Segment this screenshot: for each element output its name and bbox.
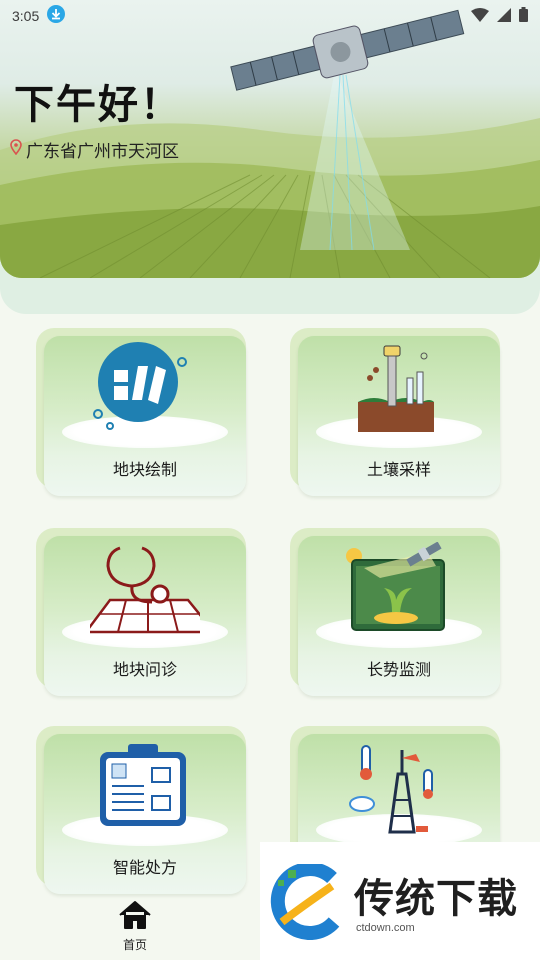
battery-icon [519,6,528,26]
status-time: 3:05 [12,8,40,24]
field-drawing-icon [90,342,200,442]
feature-card-growth-monitoring[interactable]: 长势监测 [290,528,500,696]
smart-prescription-icon [90,740,200,840]
feature-label: 土壤采样 [366,460,431,479]
cell-signal-icon [497,7,511,26]
nav-home-label: 首页 [122,938,147,952]
watermark-overlay: 传统下载 ctdown.com [260,842,540,960]
watermark-logo-icon [270,862,346,944]
header-banner: 3:05 下午好！ 广东省广州市天河区 [0,0,540,314]
bottom-navigation: 首页 [0,892,270,960]
home-icon [117,901,153,934]
growth-monitoring-icon [344,541,454,642]
soil-sampling-icon [344,342,454,442]
feature-grid: 地块绘制 土壤采样 地块问诊 长势监测 智能处方 [0,314,540,934]
weather-station-icon [344,740,454,840]
location-pin-icon [10,139,22,160]
feature-label: 地块绘制 [112,460,177,479]
watermark-title: 传统下载 [354,876,518,922]
feature-label: 长势监测 [366,660,431,679]
location-text: 广东省广州市天河区 [26,142,179,162]
download-notification-icon [47,5,66,27]
nav-home[interactable]: 首页 [112,900,158,953]
location-indicator[interactable]: 广东省广州市天河区 [10,137,179,162]
status-bar: 3:05 [0,0,540,32]
wifi-icon [471,7,489,26]
feature-label: 智能处方 [112,858,177,877]
feature-card-soil-sampling[interactable]: 土壤采样 [290,328,500,496]
feature-label: 地块问诊 [112,660,177,679]
greeting-title: 下午好！ [14,82,182,128]
feature-card-smart-prescription[interactable]: 智能处方 [36,726,246,894]
feature-card-field-drawing[interactable]: 地块绘制 [36,328,246,496]
watermark-domain: ctdown.com [356,922,415,934]
field-diagnosis-icon [83,542,217,642]
feature-card-field-diagnosis[interactable]: 地块问诊 [36,528,246,696]
